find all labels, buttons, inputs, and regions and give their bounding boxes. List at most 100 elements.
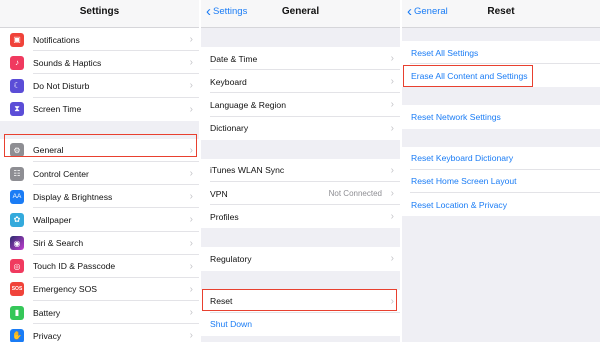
- general-item-language-region[interactable]: Language & Region ›: [201, 93, 400, 117]
- settings-item-label: Control Center: [33, 168, 89, 179]
- settings-item-battery[interactable]: ▮ Battery ›: [0, 301, 199, 325]
- general-item-vpn[interactable]: VPN Not Connected ›: [201, 181, 400, 206]
- chevron-right-icon: ›: [390, 53, 394, 64]
- reset-all-settings-button[interactable]: Reset All Settings: [402, 41, 600, 65]
- reset-option-label: Erase All Content and Settings: [411, 70, 528, 81]
- settings-item-privacy[interactable]: ✋ Privacy ›: [0, 324, 199, 342]
- general-item-label: Date & Time: [210, 53, 258, 64]
- settings-item-label: Notifications: [33, 34, 80, 45]
- chevron-right-icon: ›: [390, 211, 394, 223]
- general-panel: ‹ Settings General Date & Time › Keyboar…: [201, 0, 400, 342]
- chevron-right-icon: ›: [390, 253, 394, 265]
- reset-keyboard-dictionary-button[interactable]: Reset Keyboard Dictionary: [402, 146, 600, 170]
- settings-item-label: Battery: [33, 307, 61, 318]
- settings-group-1: ▣ Notifications › ♪ Sounds & Haptics › ☾…: [0, 28, 199, 121]
- page-title: Settings: [79, 6, 120, 17]
- settings-item-sounds[interactable]: ♪ Sounds & Haptics ›: [0, 51, 199, 75]
- fingerprint-icon: ◎: [10, 259, 24, 274]
- reset-option-label: Reset All Settings: [411, 47, 479, 58]
- settings-item-touch-id[interactable]: ◎ Touch ID & Passcode ›: [0, 254, 199, 278]
- settings-item-general[interactable]: ⚙ General ›: [0, 138, 199, 162]
- settings-item-wallpaper[interactable]: ✿ Wallpaper ›: [0, 208, 199, 232]
- reset-location-privacy-button[interactable]: Reset Location & Privacy: [402, 192, 600, 217]
- text-size-icon: AA: [10, 189, 24, 204]
- settings-item-do-not-disturb[interactable]: ☾ Do Not Disturb ›: [0, 74, 199, 98]
- general-group-1: Date & Time › Keyboard › Language & Regi…: [201, 47, 400, 140]
- settings-item-label: Sounds & Haptics: [33, 57, 102, 68]
- gear-icon: ⚙: [10, 143, 24, 158]
- reset-panel: ‹ General Reset Reset All Settings Erase…: [402, 0, 600, 342]
- general-item-label: Language & Region: [210, 99, 286, 110]
- chevron-right-icon: ›: [390, 76, 394, 88]
- flower-icon: ✿: [10, 212, 24, 227]
- general-group-2: iTunes WLAN Sync › VPN Not Connected › P…: [201, 158, 400, 229]
- general-item-label: Dictionary: [210, 123, 249, 134]
- settings-item-notifications[interactable]: ▣ Notifications ›: [0, 28, 199, 52]
- general-group-4: Reset › Shut Down: [201, 289, 400, 336]
- chevron-right-icon: ›: [189, 167, 193, 179]
- general-item-label: iTunes WLAN Sync: [210, 165, 285, 176]
- reset-group-3: Reset Keyboard Dictionary Reset Home Scr…: [402, 146, 600, 217]
- settings-item-screen-time[interactable]: ⧗ Screen Time ›: [0, 97, 199, 121]
- settings-panel: Settings ▣ Notifications › ♪ Sounds & Ha…: [0, 0, 199, 342]
- reset-option-label: Reset Keyboard Dictionary: [411, 153, 514, 164]
- reset-option-label: Reset Location & Privacy: [411, 199, 508, 210]
- hand-icon: ✋: [10, 328, 24, 342]
- moon-icon: ☾: [10, 78, 24, 93]
- general-item-keyboard[interactable]: Keyboard ›: [201, 70, 400, 94]
- chevron-right-icon: ›: [189, 307, 193, 319]
- chevron-right-icon: ›: [189, 237, 193, 249]
- settings-item-label: Do Not Disturb: [33, 80, 90, 91]
- general-item-label: Profiles: [210, 211, 239, 222]
- erase-all-content-button[interactable]: Erase All Content and Settings: [402, 64, 600, 88]
- chevron-right-icon: ›: [390, 187, 394, 199]
- chevron-right-icon: ›: [189, 80, 193, 92]
- settings-item-control-center[interactable]: ☷ Control Center ›: [0, 161, 199, 186]
- chevron-right-icon: ›: [189, 144, 193, 156]
- reset-option-label: Reset Network Settings: [411, 111, 501, 122]
- general-item-label: VPN: [210, 188, 228, 199]
- battery-icon: ▮: [10, 305, 24, 320]
- chevron-right-icon: ›: [390, 295, 394, 307]
- sos-icon: SOS: [10, 282, 24, 297]
- page-title: General: [281, 6, 320, 17]
- general-item-label: Reset: [210, 296, 233, 307]
- page-title: Reset: [487, 6, 515, 17]
- reset-group-2: Reset Network Settings: [402, 105, 600, 129]
- general-item-itunes-sync[interactable]: iTunes WLAN Sync ›: [201, 158, 400, 182]
- general-item-profiles[interactable]: Profiles ›: [201, 205, 400, 229]
- reset-navbar: ‹ General Reset: [402, 0, 600, 28]
- reset-option-label: Reset Home Screen Layout: [411, 176, 517, 187]
- general-item-dictionary[interactable]: Dictionary ›: [201, 116, 400, 140]
- settings-item-label: Siri & Search: [33, 238, 84, 249]
- siri-icon: ◉: [10, 236, 24, 251]
- general-item-reset[interactable]: Reset ›: [201, 289, 400, 313]
- shut-down-button[interactable]: Shut Down: [201, 312, 400, 336]
- settings-navbar: Settings: [0, 0, 199, 28]
- general-item-date-time[interactable]: Date & Time ›: [201, 47, 400, 71]
- chevron-right-icon: ›: [189, 103, 193, 115]
- reset-group-1: Reset All Settings Erase All Content and…: [402, 41, 600, 88]
- settings-item-label: Emergency SOS: [33, 284, 97, 295]
- settings-item-display[interactable]: AA Display & Brightness ›: [0, 185, 199, 209]
- chevron-right-icon: ›: [189, 34, 193, 45]
- settings-item-siri[interactable]: ◉ Siri & Search ›: [0, 231, 199, 255]
- settings-item-label: Wallpaper: [33, 214, 72, 225]
- chevron-right-icon: ›: [189, 57, 193, 69]
- general-item-regulatory[interactable]: Regulatory ›: [201, 247, 400, 271]
- settings-item-label: Touch ID & Passcode: [33, 261, 116, 272]
- chevron-right-icon: ›: [390, 164, 394, 176]
- hourglass-icon: ⧗: [10, 102, 24, 117]
- notifications-icon: ▣: [10, 32, 24, 47]
- reset-network-settings-button[interactable]: Reset Network Settings: [402, 105, 600, 129]
- reset-home-screen-layout-button[interactable]: Reset Home Screen Layout: [402, 169, 600, 193]
- settings-group-2: ⚙ General › ☷ Control Center › AA Displa…: [0, 138, 199, 342]
- chevron-right-icon: ›: [390, 122, 394, 134]
- settings-item-emergency-sos[interactable]: SOS Emergency SOS ›: [0, 277, 199, 302]
- settings-item-label: Privacy: [33, 330, 62, 341]
- shut-down-label: Shut Down: [210, 319, 253, 330]
- settings-item-label: General: [33, 145, 64, 156]
- chevron-right-icon: ›: [189, 330, 193, 342]
- chevron-right-icon: ›: [189, 283, 193, 295]
- general-group-3: Regulatory ›: [201, 247, 400, 271]
